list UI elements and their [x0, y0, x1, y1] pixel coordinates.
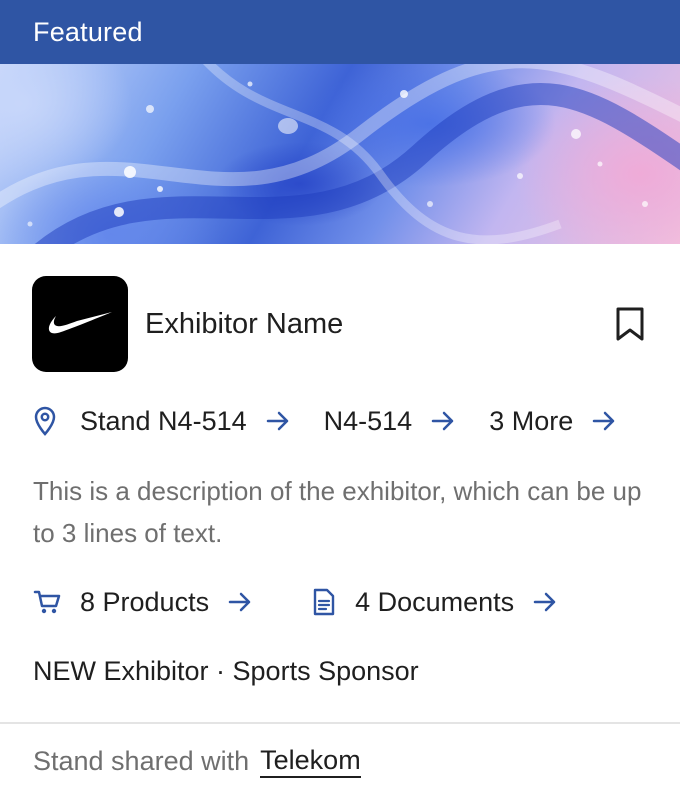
bookmark-button[interactable] [612, 304, 648, 344]
stand-link[interactable]: Stand N4-514 [80, 406, 290, 437]
stand-link[interactable]: N4-514 [324, 406, 456, 437]
arrow-right-icon [592, 410, 616, 432]
document-icon [312, 588, 336, 616]
exhibitor-tags: NEW Exhibitor · Sports Sponsor [33, 650, 419, 692]
tags-text: NEW Exhibitor · Sports Sponsor [33, 655, 419, 686]
nike-swoosh-icon [48, 312, 112, 334]
exhibitor-name[interactable]: Exhibitor Name [145, 308, 612, 341]
stand-locations: Stand N4-514 N4-514 3 More [33, 400, 660, 442]
arrow-right-icon [266, 410, 290, 432]
more-stands-label: 3 More [489, 405, 574, 436]
shared-partner-link[interactable]: Telekom [260, 745, 361, 778]
shared-prefix: Stand shared with [33, 745, 250, 776]
products-label: 8 Products [80, 586, 210, 617]
documents-link[interactable]: 4 Documents [312, 587, 557, 618]
bookmark-icon [616, 307, 644, 341]
arrow-right-icon [431, 410, 455, 432]
shared-stand-info: Stand shared with Telekom [33, 740, 361, 782]
arrow-right-icon [533, 591, 557, 613]
more-stands-link[interactable]: 3 More [489, 406, 616, 437]
exhibitor-description: This is a description of the exhibitor, … [33, 476, 642, 548]
cover-image [0, 64, 680, 244]
featured-badge: Featured [0, 0, 680, 64]
divider [0, 722, 680, 724]
products-link[interactable]: 8 Products [33, 587, 252, 618]
featured-label: Featured [33, 16, 143, 47]
stand-link-label: N4-514 [323, 405, 413, 436]
arrow-right-icon [228, 591, 252, 613]
exhibitor-resources: 8 Products 4 Documents [33, 581, 557, 623]
map-pin-icon [33, 406, 61, 436]
cart-icon [33, 588, 61, 616]
stand-link-label: Stand N4-514 [80, 405, 247, 436]
exhibitor-card[interactable]: Featured Exhibitor Name Stand N4-514 N4-… [0, 0, 680, 796]
exhibitor-logo [32, 276, 128, 372]
exhibitor-header: Exhibitor Name [32, 276, 648, 372]
documents-label: 4 Documents [355, 586, 515, 617]
